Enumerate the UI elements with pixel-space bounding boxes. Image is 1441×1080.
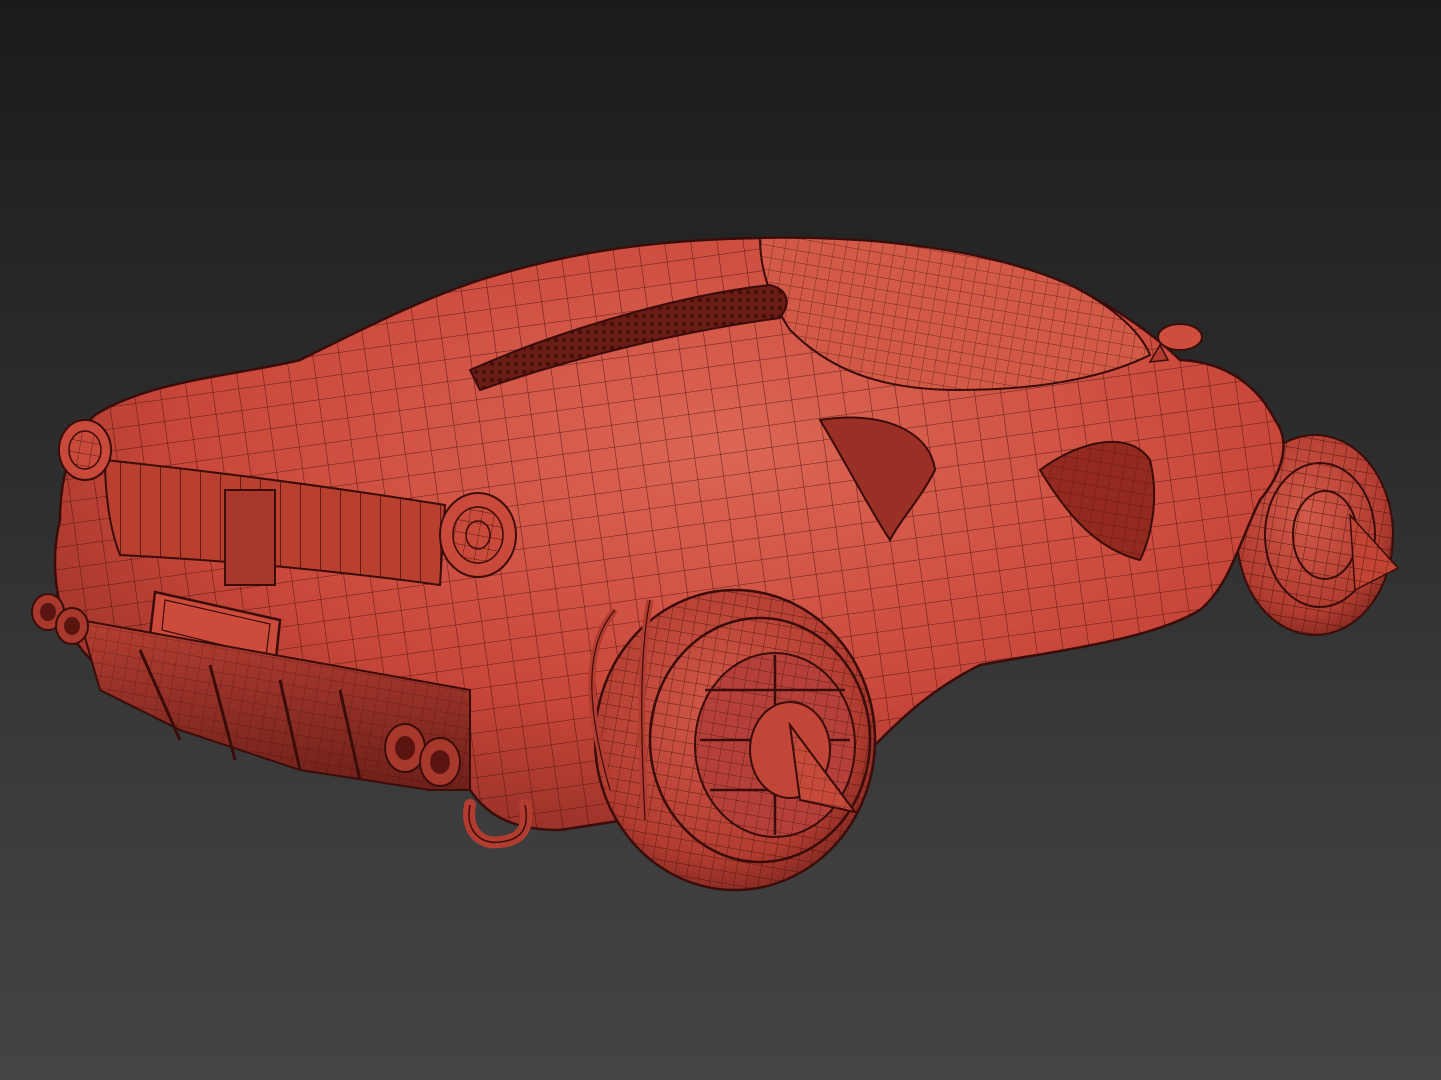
3d-viewport[interactable] <box>0 0 1441 1080</box>
rear-left-wheel <box>588 588 877 892</box>
car-wireframe-render <box>31 236 1400 892</box>
tail-light-left <box>58 419 112 481</box>
tail-light-right <box>439 492 517 578</box>
